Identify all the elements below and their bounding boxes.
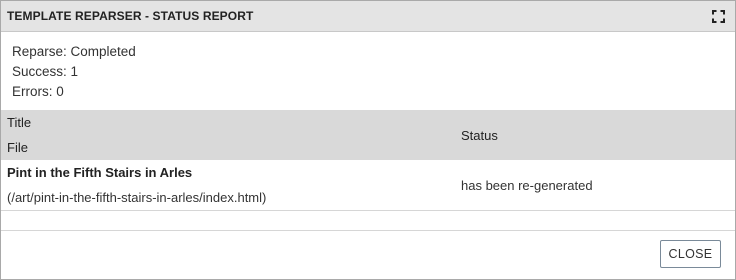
row-title: Pint in the Fifth Stairs in Arles [7,165,193,180]
header-title-file: Title File [1,110,461,160]
dialog-title: TEMPLATE REPARSER - STATUS REPORT [7,9,254,23]
results-table: Title File Status Pint in the Fifth Stai… [1,110,735,211]
dialog-titlebar: TEMPLATE REPARSER - STATUS REPORT [1,1,735,32]
success-count-text: Success: 1 [12,64,79,79]
column-header-file: File [7,140,28,155]
column-header-status: Status [461,110,735,160]
column-header-title: Title [7,115,32,130]
table-row: Pint in the Fifth Stairs in Arles (/art/… [1,160,735,211]
close-button[interactable]: CLOSE [660,240,721,268]
table-header-row: Title File Status [1,110,735,160]
reparse-status-text: Reparse: Completed [12,44,136,59]
dialog-footer: CLOSE [1,230,735,279]
status-report-dialog: TEMPLATE REPARSER - STATUS REPORT Repars… [0,0,736,280]
row-file-path: (/art/pint-in-the-fifth-stairs-in-arles/… [7,190,267,205]
row-status: has been re-generated [461,160,735,211]
row-title-cell: Pint in the Fifth Stairs in Arles (/art/… [1,160,461,211]
maximize-icon[interactable] [712,9,725,23]
reparse-summary: Reparse: Completed Success: 1 Errors: 0 [1,32,735,110]
errors-count-text: Errors: 0 [12,84,64,99]
